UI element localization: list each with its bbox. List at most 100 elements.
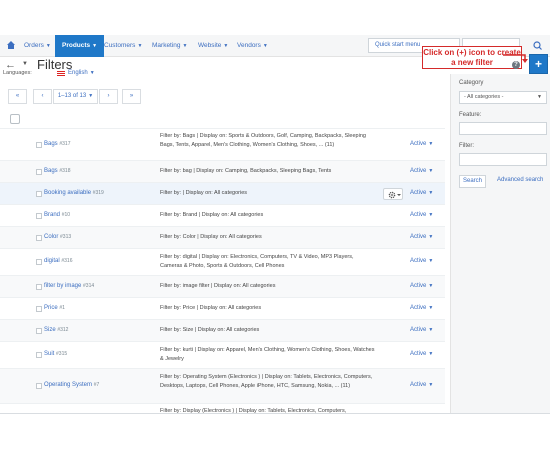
filter-name-link[interactable]: Suit #315 [44, 351, 67, 357]
pagination-range[interactable]: 1–13 of 13 ▼ [53, 89, 98, 104]
row-checkbox[interactable] [36, 235, 42, 241]
filter-name-link[interactable]: Bags #317 [44, 141, 70, 147]
row-checkbox[interactable] [36, 352, 42, 358]
nav-orders[interactable]: Orders ▼ [24, 35, 51, 57]
row-checkbox[interactable] [36, 284, 42, 290]
chevron-down-icon: ▼ [428, 168, 434, 174]
filter-description: Filter by: Color | Display on: All categ… [160, 234, 262, 240]
table-row: Bags #318 Filter by: bag | Display on: C… [0, 160, 445, 182]
filter-description: Filter by: bag | Display on: Camping, Ba… [160, 168, 332, 174]
filters-table: Bags #317 Filter by: Bags | Display on: … [0, 128, 445, 415]
table-row: Color #313 Filter by: Color | Display on… [0, 226, 445, 248]
gear-button[interactable] [383, 188, 403, 200]
row-checkbox[interactable] [36, 169, 42, 175]
table-row: Brand #10 Filter by: Brand | Display on:… [0, 204, 445, 226]
status-dropdown[interactable]: Active ▼ [410, 351, 433, 357]
gear-icon [388, 191, 401, 199]
filter-name-link[interactable]: Brand #10 [44, 212, 70, 218]
category-select[interactable]: - All categories - ▼ [459, 91, 547, 104]
nav-marketing[interactable]: Marketing ▼ [152, 35, 188, 57]
chevron-down-icon: ▼ [92, 43, 98, 49]
chevron-down-icon: ▼ [428, 283, 434, 289]
add-filter-button[interactable]: + [529, 54, 548, 74]
search-sidebar: Category - All categories - ▼ Feature: F… [450, 74, 550, 414]
nav-vendors[interactable]: Vendors ▼ [237, 35, 268, 57]
filter-description: Filter by: Operating System (Electronics… [160, 374, 373, 389]
table-row: Booking available #319 Filter by: | Disp… [0, 182, 445, 204]
status-dropdown[interactable]: Active ▼ [410, 258, 433, 264]
row-checkbox[interactable] [36, 142, 42, 148]
chevron-down-icon: ▼ [428, 234, 434, 240]
search-button[interactable]: Search [459, 175, 486, 188]
filter-name-link[interactable]: Bags #318 [44, 168, 70, 174]
filter-description: Filter by: | Display on: All categories [160, 190, 248, 196]
row-checkbox[interactable] [36, 191, 42, 197]
chevron-down-icon: ▼ [428, 327, 434, 333]
chevron-down-icon: ▼ [182, 43, 188, 49]
nav-website[interactable]: Website ▼ [198, 35, 228, 57]
chevron-down-icon[interactable]: ▼ [22, 61, 28, 67]
filter-description: Filter by: Bags | Display on: Sports & O… [160, 133, 366, 148]
filter-name-link[interactable]: Operating System #7 [44, 382, 99, 388]
pagination-prev-button[interactable]: ‹ [33, 89, 52, 104]
row-checkbox[interactable] [36, 259, 42, 265]
status-dropdown[interactable]: Active ▼ [410, 305, 433, 311]
chevron-down-icon: ▼ [428, 305, 434, 311]
pagination-last-button[interactable]: » [122, 89, 141, 104]
chevron-down-icon: ▼ [428, 351, 434, 357]
status-dropdown[interactable]: Active ▼ [410, 141, 433, 147]
filter-name-link[interactable]: Price #1 [44, 305, 65, 311]
filter-name-link[interactable]: Color #313 [44, 234, 71, 240]
chevron-down-icon: ▼ [428, 212, 434, 218]
pagination-next-button[interactable]: › [99, 89, 118, 104]
language-selector[interactable]: English ▼ [68, 70, 95, 76]
table-row: Operating System #7 Filter by: Operating… [0, 368, 445, 403]
filter-name-link[interactable]: Booking available #319 [44, 190, 104, 196]
divider [0, 413, 550, 414]
category-label: Category [459, 80, 484, 86]
filter-name-link[interactable]: filter by image #314 [44, 283, 94, 289]
chevron-down-icon: ▼ [537, 94, 542, 100]
filter-input[interactable] [459, 153, 547, 166]
chevron-down-icon: ▼ [88, 93, 94, 99]
status-dropdown[interactable]: Active ▼ [410, 168, 433, 174]
status-dropdown[interactable]: Active ▼ [410, 382, 433, 388]
filter-name-link[interactable]: Size #312 [44, 327, 68, 333]
filter-description: Filter by: Brand | Display on: All categ… [160, 212, 264, 218]
nav-products[interactable]: Products ▼ [55, 35, 105, 57]
filter-description: Filter by: digital | Display on: Electro… [160, 254, 354, 269]
filter-description: Filter by: kurti | Display on: Apparel, … [160, 347, 375, 362]
row-checkbox[interactable] [36, 383, 42, 389]
table-row: Suit #315 Filter by: kurti | Display on:… [0, 341, 445, 368]
filter-name-link[interactable]: digital #316 [44, 258, 72, 264]
home-icon[interactable] [6, 40, 16, 50]
search-icon[interactable] [530, 38, 546, 53]
chevron-down-icon: ▼ [428, 141, 434, 147]
feature-input[interactable] [459, 122, 547, 135]
filter-description: Filter by: Price | Display on: All categ… [160, 305, 262, 311]
select-all-checkbox[interactable] [10, 114, 20, 124]
languages-label: Languages: [3, 70, 32, 76]
chevron-down-icon: ▼ [262, 43, 268, 49]
row-checkbox[interactable] [36, 213, 42, 219]
flag-icon [57, 71, 65, 76]
status-dropdown[interactable]: Active ▼ [410, 283, 433, 289]
advanced-search-link[interactable]: Advanced search [497, 177, 543, 183]
row-checkbox[interactable] [36, 328, 42, 334]
status-dropdown[interactable]: Active ▼ [410, 327, 433, 333]
filter-label: Filter: [459, 143, 474, 149]
chevron-down-icon: ▼ [223, 43, 229, 49]
nav-customers[interactable]: Customers ▼ [104, 35, 142, 57]
chevron-down-icon: ▼ [428, 382, 434, 388]
status-dropdown[interactable]: Active ▼ [410, 190, 433, 196]
table-row: Bags #317 Filter by: Bags | Display on: … [0, 128, 445, 160]
row-checkbox[interactable] [36, 306, 42, 312]
chevron-down-icon: ▼ [428, 258, 434, 264]
chevron-down-icon: ▼ [137, 43, 143, 49]
table-row: Size #312 Filter by: Size | Display on: … [0, 319, 445, 341]
help-icon[interactable]: ? [512, 61, 520, 69]
pagination-first-button[interactable]: « [8, 89, 27, 104]
status-dropdown[interactable]: Active ▼ [410, 234, 433, 240]
status-dropdown[interactable]: Active ▼ [410, 212, 433, 218]
filter-description: Filter by: Size | Display on: All catego… [160, 327, 260, 333]
